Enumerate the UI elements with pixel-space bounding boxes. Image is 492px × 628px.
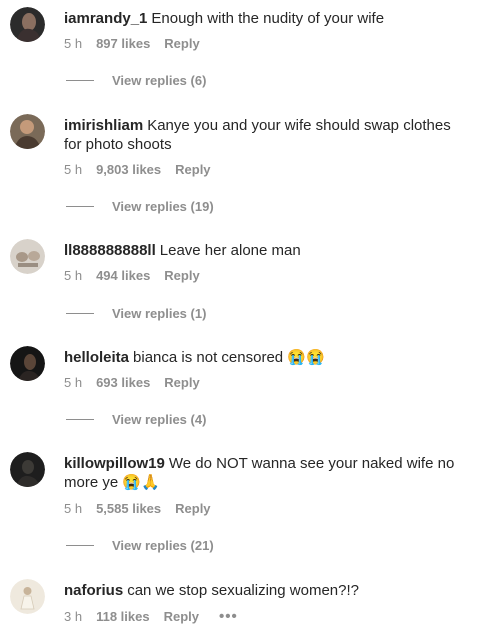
comment-meta: 5 h 897 likes Reply bbox=[64, 36, 200, 51]
comment-time: 5 h bbox=[64, 268, 83, 283]
avatar[interactable] bbox=[10, 346, 45, 381]
more-options-icon[interactable]: ••• bbox=[219, 608, 238, 625]
reply-button[interactable]: Reply bbox=[175, 501, 210, 516]
comment-text: iamrandy_1 Enough with the nudity of your… bbox=[64, 9, 472, 28]
comment-username[interactable]: iamrandy_1 bbox=[64, 10, 147, 27]
comment-body: Enough with the nudity of your wife bbox=[151, 10, 385, 27]
reply-button[interactable]: Reply bbox=[164, 268, 199, 283]
comment-text: naforius can we stop sexualizing women?!? bbox=[64, 581, 472, 600]
comment-likes[interactable]: 897 likes bbox=[96, 36, 150, 51]
comment-meta: 5 h 494 likes Reply bbox=[64, 268, 200, 283]
comment-username[interactable]: naforius bbox=[64, 582, 123, 599]
divider-line bbox=[66, 80, 94, 81]
avatar[interactable] bbox=[10, 239, 45, 274]
comment-username[interactable]: imirishliam bbox=[64, 117, 143, 134]
comment-time: 5 h bbox=[64, 375, 83, 390]
divider-line bbox=[66, 206, 94, 207]
reply-button[interactable]: Reply bbox=[164, 375, 199, 390]
comment-text: killowpillow19 We do NOT wanna see your n… bbox=[64, 454, 472, 492]
view-replies-button[interactable]: View replies (1) bbox=[66, 306, 206, 321]
comment-meta: 5 h 9,803 likes Reply bbox=[64, 162, 211, 177]
comment-body: bianca is not censored 😭😭 bbox=[133, 349, 325, 366]
comment-username[interactable]: ll888888888ll bbox=[64, 242, 156, 259]
view-replies-label: View replies (19) bbox=[112, 199, 214, 214]
comment-username[interactable]: killowpillow19 bbox=[64, 455, 165, 472]
view-replies-button[interactable]: View replies (6) bbox=[66, 73, 206, 88]
comment-text: helloleita bianca is not censored 😭😭 bbox=[64, 348, 472, 367]
view-replies-label: View replies (6) bbox=[112, 73, 207, 88]
reply-button[interactable]: Reply bbox=[164, 36, 199, 51]
view-replies-button[interactable]: View replies (21) bbox=[66, 538, 214, 553]
view-replies-label: View replies (1) bbox=[112, 306, 207, 321]
comment-body: can we stop sexualizing women?!? bbox=[127, 582, 359, 599]
comment-meta: 5 h 5,585 likes Reply bbox=[64, 501, 211, 516]
comment-likes[interactable]: 118 likes bbox=[96, 609, 150, 624]
view-replies-label: View replies (21) bbox=[112, 538, 214, 553]
comment-likes[interactable]: 5,585 likes bbox=[96, 501, 161, 516]
comment-likes[interactable]: 9,803 likes bbox=[96, 162, 161, 177]
avatar[interactable] bbox=[10, 114, 45, 149]
comment-time: 5 h bbox=[64, 36, 83, 51]
view-replies-button[interactable]: View replies (4) bbox=[66, 412, 206, 427]
view-replies-label: View replies (4) bbox=[112, 412, 207, 427]
reply-button[interactable]: Reply bbox=[175, 162, 210, 177]
comment-text: imirishliam Kanye you and your wife shoul… bbox=[64, 116, 472, 154]
comment-text: ll888888888ll Leave her alone man bbox=[64, 241, 472, 260]
comment-time: 3 h bbox=[64, 609, 83, 624]
comment-likes[interactable]: 494 likes bbox=[96, 268, 150, 283]
divider-line bbox=[66, 419, 94, 420]
avatar[interactable] bbox=[10, 7, 45, 42]
divider-line bbox=[66, 545, 94, 546]
comment-time: 5 h bbox=[64, 501, 83, 516]
comment-username[interactable]: helloleita bbox=[64, 349, 129, 366]
avatar[interactable] bbox=[10, 452, 45, 487]
view-replies-button[interactable]: View replies (19) bbox=[66, 199, 214, 214]
comment-time: 5 h bbox=[64, 162, 83, 177]
reply-button[interactable]: Reply bbox=[164, 609, 199, 624]
avatar[interactable] bbox=[10, 579, 45, 614]
comment-meta: 3 h 118 likes Reply ••• bbox=[64, 608, 238, 625]
divider-line bbox=[66, 313, 94, 314]
comment-meta: 5 h 693 likes Reply bbox=[64, 375, 200, 390]
comment-body: Leave her alone man bbox=[159, 242, 301, 259]
comment-likes[interactable]: 693 likes bbox=[96, 375, 150, 390]
